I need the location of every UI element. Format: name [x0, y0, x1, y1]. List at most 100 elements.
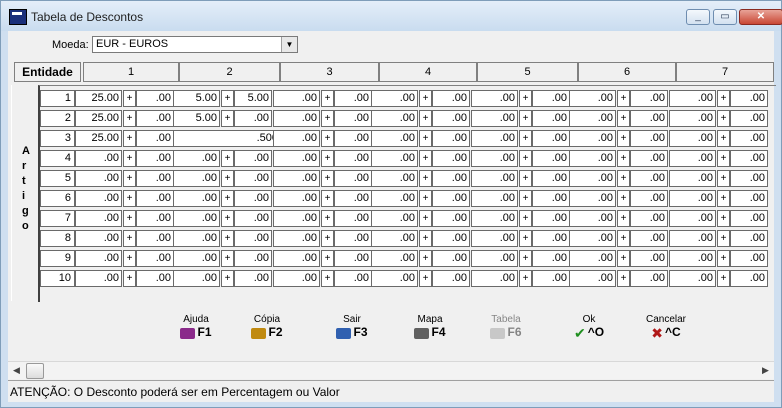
discount-value-field[interactable]: .00: [730, 190, 768, 207]
discount-value-field[interactable]: .00: [334, 210, 372, 227]
discount-percent-field[interactable]: .00: [569, 130, 616, 147]
discount-value-field[interactable]: .00: [234, 250, 272, 267]
discount-value-field[interactable]: .00: [432, 90, 470, 107]
discount-percent-field[interactable]: .00: [669, 210, 716, 227]
discount-value-field[interactable]: .00: [432, 250, 470, 267]
discount-value-field[interactable]: .00: [432, 110, 470, 127]
row-number[interactable]: 7: [40, 210, 75, 227]
discount-value-field[interactable]: .00: [234, 150, 272, 167]
discount-value-field[interactable]: .00: [334, 150, 372, 167]
scroll-left-icon[interactable]: ◀: [8, 362, 25, 379]
column-header-3[interactable]: 3: [280, 62, 379, 82]
row-number[interactable]: 1: [40, 90, 75, 107]
discount-value-field[interactable]: .00: [532, 190, 570, 207]
discount-value-field[interactable]: .00: [730, 150, 768, 167]
discount-percent-field[interactable]: .00: [75, 170, 122, 187]
discount-value-field[interactable]: .00: [532, 90, 570, 107]
discount-value-field[interactable]: .00: [136, 130, 174, 147]
discount-value-field[interactable]: .00: [532, 250, 570, 267]
discount-percent-field[interactable]: .00: [273, 110, 320, 127]
discount-percent-field[interactable]: .00: [569, 270, 616, 287]
discount-value-field[interactable]: .00: [730, 270, 768, 287]
discount-percent-field[interactable]: .00: [173, 230, 220, 247]
discount-percent-field[interactable]: .00: [371, 210, 418, 227]
discount-value-field[interactable]: .00: [730, 210, 768, 227]
discount-percent-field[interactable]: .00: [569, 190, 616, 207]
row-number[interactable]: 8: [40, 230, 75, 247]
discount-value-field[interactable]: .00: [630, 270, 668, 287]
discount-percent-field[interactable]: .00: [569, 150, 616, 167]
row-number[interactable]: 6: [40, 190, 75, 207]
discount-percent-field[interactable]: .00: [669, 250, 716, 267]
discount-value-field[interactable]: .00: [630, 90, 668, 107]
horizontal-scrollbar[interactable]: ◀ ▶: [8, 361, 774, 379]
discount-value-field[interactable]: .00: [630, 110, 668, 127]
discount-value-field[interactable]: .00: [334, 170, 372, 187]
discount-percent-field[interactable]: .00: [273, 170, 320, 187]
discount-percent-field[interactable]: .00: [273, 270, 320, 287]
discount-percent-field[interactable]: .00: [569, 250, 616, 267]
discount-percent-field[interactable]: .00: [669, 230, 716, 247]
discount-percent-field[interactable]: .00: [471, 250, 518, 267]
discount-value-field[interactable]: .00: [234, 190, 272, 207]
map-button[interactable]: Mapa F4: [404, 314, 456, 339]
discount-value-field[interactable]: .00: [630, 150, 668, 167]
discount-percent-field[interactable]: .00: [471, 90, 518, 107]
discount-value-field[interactable]: .500: [173, 130, 281, 147]
discount-value-field[interactable]: .00: [334, 270, 372, 287]
discount-value-field[interactable]: .00: [532, 230, 570, 247]
discount-percent-field[interactable]: .00: [371, 170, 418, 187]
discount-value-field[interactable]: .00: [432, 150, 470, 167]
column-header-1[interactable]: 1: [83, 62, 179, 82]
discount-percent-field[interactable]: .00: [569, 230, 616, 247]
discount-percent-field[interactable]: .00: [75, 190, 122, 207]
row-number[interactable]: 10: [40, 270, 75, 287]
discount-value-field[interactable]: 5.00: [234, 90, 272, 107]
discount-value-field[interactable]: .00: [234, 210, 272, 227]
discount-value-field[interactable]: .00: [630, 190, 668, 207]
discount-value-field[interactable]: .00: [334, 110, 372, 127]
discount-value-field[interactable]: .00: [730, 90, 768, 107]
discount-value-field[interactable]: .00: [136, 230, 174, 247]
row-number[interactable]: 5: [40, 170, 75, 187]
discount-percent-field[interactable]: 25.00: [75, 90, 122, 107]
help-button[interactable]: Ajuda F1: [170, 314, 222, 339]
discount-value-field[interactable]: .00: [630, 130, 668, 147]
column-header-4[interactable]: 4: [379, 62, 477, 82]
discount-percent-field[interactable]: .00: [471, 170, 518, 187]
discount-value-field[interactable]: .00: [630, 210, 668, 227]
discount-percent-field[interactable]: .00: [371, 230, 418, 247]
discount-percent-field[interactable]: .00: [273, 130, 320, 147]
discount-percent-field[interactable]: .00: [273, 90, 320, 107]
row-number[interactable]: 2: [40, 110, 75, 127]
discount-percent-field[interactable]: .00: [669, 90, 716, 107]
exit-button[interactable]: Sair F3: [326, 314, 378, 339]
discount-value-field[interactable]: .00: [432, 210, 470, 227]
discount-value-field[interactable]: .00: [136, 110, 174, 127]
discount-value-field[interactable]: .00: [334, 190, 372, 207]
discount-value-field[interactable]: .00: [432, 230, 470, 247]
discount-percent-field[interactable]: .00: [273, 250, 320, 267]
discount-percent-field[interactable]: .00: [471, 190, 518, 207]
discount-value-field[interactable]: .00: [730, 230, 768, 247]
discount-percent-field[interactable]: .00: [273, 150, 320, 167]
discount-value-field[interactable]: .00: [730, 110, 768, 127]
discount-percent-field[interactable]: .00: [173, 190, 220, 207]
chevron-down-icon[interactable]: ▼: [281, 37, 297, 52]
discount-percent-field[interactable]: .00: [371, 270, 418, 287]
discount-value-field[interactable]: .00: [234, 270, 272, 287]
discount-value-field[interactable]: .00: [730, 170, 768, 187]
discount-value-field[interactable]: .00: [532, 150, 570, 167]
discount-percent-field[interactable]: .00: [173, 170, 220, 187]
discount-percent-field[interactable]: .00: [669, 150, 716, 167]
column-header-5[interactable]: 5: [477, 62, 578, 82]
discount-percent-field[interactable]: 25.00: [75, 130, 122, 147]
discount-value-field[interactable]: .00: [730, 130, 768, 147]
currency-select[interactable]: EUR - EUROS ▼: [92, 36, 298, 53]
discount-value-field[interactable]: .00: [532, 170, 570, 187]
discount-value-field[interactable]: .00: [532, 130, 570, 147]
discount-percent-field[interactable]: 5.00: [173, 90, 220, 107]
discount-value-field[interactable]: .00: [136, 150, 174, 167]
discount-percent-field[interactable]: 25.00: [75, 110, 122, 127]
discount-value-field[interactable]: .00: [432, 270, 470, 287]
